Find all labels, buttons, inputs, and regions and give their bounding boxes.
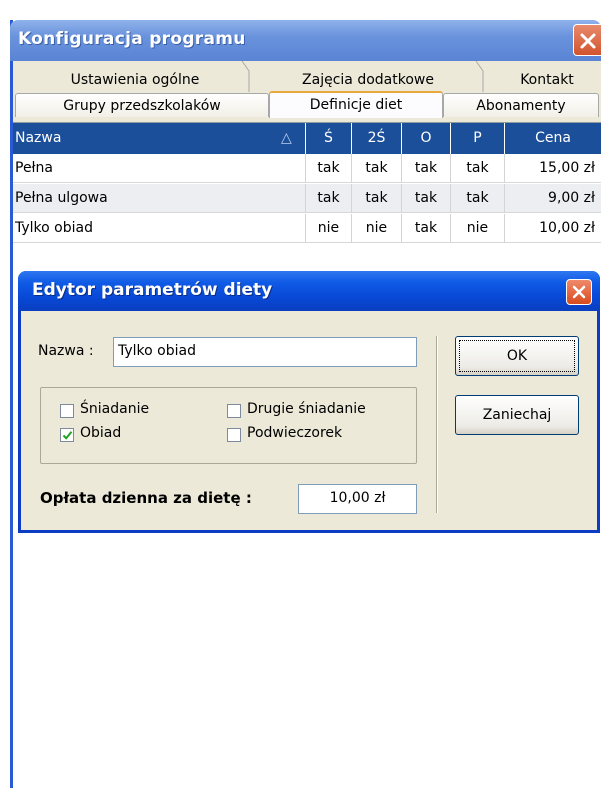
close-icon [580, 33, 596, 49]
column-header-name[interactable]: Nazwa △ [13, 123, 306, 154]
column-header-label: Cena [535, 130, 571, 146]
tab-subscriptions[interactable]: Abonamenty [443, 93, 599, 117]
table-row[interactable]: Tylko obiad nie nie tak nie 10,00 zł [13, 214, 601, 243]
checkmark-icon [62, 431, 73, 440]
dialog-titlebar[interactable]: Edytor parametrów diety [18, 271, 600, 311]
checkbox-lunch[interactable] [60, 428, 74, 442]
column-header-label: 2Ś [367, 130, 386, 146]
tab-preschool-groups[interactable]: Grupy przedszkolaków [15, 93, 269, 117]
name-label: Nazwa : [38, 343, 94, 359]
cell-snack: tak [451, 154, 505, 183]
column-header-label: Ś [324, 130, 333, 146]
checkbox-second-breakfast[interactable] [227, 404, 241, 418]
column-header-breakfast[interactable]: Ś [306, 123, 352, 154]
checkbox-label: Śniadanie [80, 401, 150, 417]
cell-price: 10,00 zł [539, 220, 595, 236]
window-close-button[interactable] [573, 24, 601, 56]
cell-name: Pełna ulgowa [13, 184, 306, 213]
tab-label: Zajęcia dodatkowe [302, 72, 434, 88]
cell-second-breakfast: tak [352, 184, 402, 213]
column-header-label: Nazwa [15, 130, 62, 146]
column-header-second-breakfast[interactable]: 2Ś [352, 123, 402, 154]
cell-name: Pełna [13, 154, 306, 183]
cell-snack: tak [451, 184, 505, 213]
dialog-title: Edytor parametrów diety [32, 280, 273, 300]
checkbox-label: Drugie śniadanie [247, 401, 366, 417]
tab-divider [475, 61, 484, 92]
cell-breakfast: nie [306, 214, 352, 243]
checkbox-label: Podwieczorek [247, 425, 343, 441]
cell-snack: nie [451, 214, 505, 243]
cell-lunch: tak [402, 154, 451, 183]
close-icon [572, 285, 586, 299]
checkbox-breakfast[interactable] [60, 404, 74, 418]
column-header-label: P [473, 130, 482, 146]
ok-button[interactable]: OK [455, 336, 579, 376]
cell-lunch: tak [402, 184, 451, 213]
column-header-lunch[interactable]: O [402, 123, 451, 154]
cell-second-breakfast: tak [352, 154, 402, 183]
window-title: Konfiguracja programu [18, 29, 246, 49]
tab-label: Abonamenty [476, 98, 566, 114]
cancel-button[interactable]: Zaniechaj [455, 395, 579, 435]
cell-second-breakfast: nie [352, 214, 402, 243]
tab-label: Definicje diet [309, 97, 403, 113]
cell-price: 9,00 zł [548, 190, 595, 206]
cell-breakfast: tak [306, 154, 352, 183]
diet-name-input[interactable]: Tylko obiad [113, 337, 417, 367]
checkbox-label: Obiad [80, 425, 122, 441]
cell-breakfast: tak [306, 184, 352, 213]
table-row[interactable]: Pełna ulgowa tak tak tak tak 9,00 zł [13, 184, 601, 213]
checkbox-snack[interactable] [227, 428, 241, 442]
tab-extra-activities[interactable]: Zajęcia dodatkowe [263, 68, 473, 92]
column-header-snack[interactable]: P [451, 123, 505, 154]
column-header-price[interactable]: Cena [505, 123, 601, 154]
tab-label: Ustawienia ogólne [70, 72, 200, 88]
tab-diet-definitions[interactable]: Definicje diet [269, 91, 443, 118]
cell-price: 15,00 zł [539, 160, 595, 176]
table-header: Nazwa △ Ś 2Ś O P Cena [13, 123, 601, 154]
dialog-separator [436, 336, 438, 513]
cell-lunch: tak [402, 214, 451, 243]
sort-ascending-icon: △ [281, 130, 292, 146]
tab-bar: Ustawienia ogólne Zajęcia dodatkowe Kont… [13, 61, 601, 123]
tab-general-settings[interactable]: Ustawienia ogólne [27, 68, 243, 92]
column-header-label: O [420, 130, 432, 146]
tab-label: Kontakt [520, 72, 574, 88]
window-titlebar[interactable]: Konfiguracja programu [10, 20, 601, 61]
tab-label: Grupy przedszkolaków [63, 98, 221, 114]
daily-fee-label: Opłata dzienna za dietę : [40, 489, 252, 507]
button-label: OK [506, 348, 528, 364]
tab-contact[interactable]: Kontakt [495, 68, 599, 92]
tab-divider [241, 61, 250, 92]
table-row[interactable]: Pełna tak tak tak tak 15,00 zł [13, 154, 601, 183]
daily-fee-input[interactable]: 10,00 zł [298, 484, 417, 514]
button-label: Zaniechaj [482, 407, 552, 423]
cell-name: Tylko obiad [13, 214, 306, 243]
dialog-close-button[interactable] [566, 279, 592, 305]
